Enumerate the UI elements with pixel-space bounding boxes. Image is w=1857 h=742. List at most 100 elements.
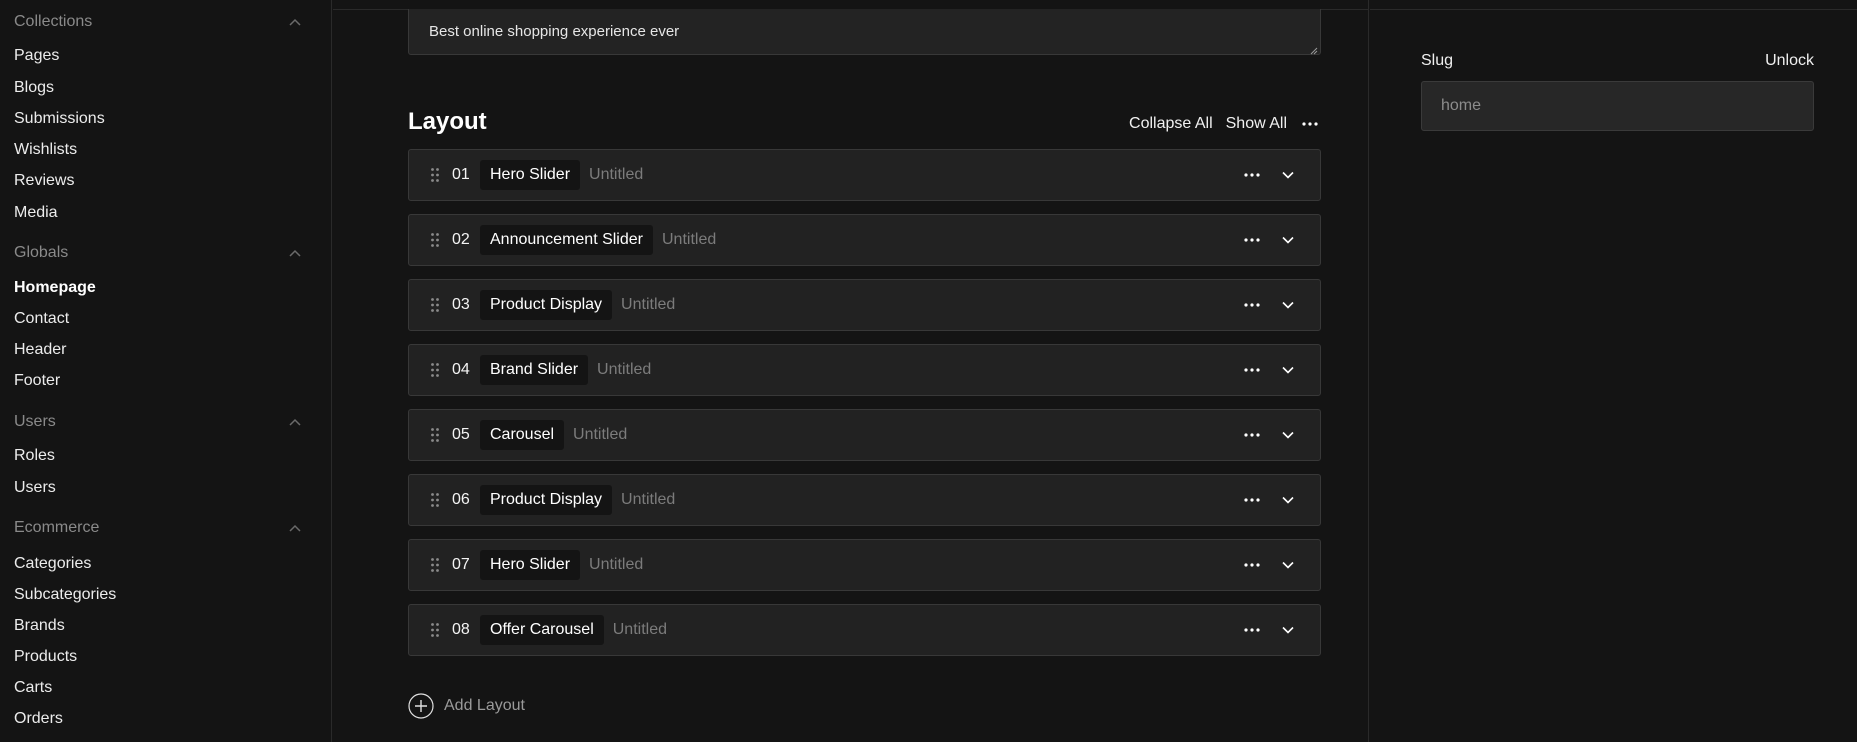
slug-value: home	[1441, 97, 1482, 114]
sidebar-item-users[interactable]: Users	[14, 476, 56, 500]
block-type-badge: Product Display	[480, 485, 613, 515]
sidebar-item-pages[interactable]: Pages	[14, 44, 59, 68]
more-options-icon[interactable]	[1240, 423, 1264, 447]
row-title: Untitled	[621, 296, 676, 313]
more-options-icon[interactable]	[1240, 618, 1264, 642]
layout-heading: Layout	[408, 108, 487, 135]
chevron-down-icon[interactable]	[1276, 618, 1300, 642]
layout-row[interactable]: 02 Announcement Slider Untitled	[408, 214, 1321, 266]
sidebar-item-homepage[interactable]: Homepage	[14, 276, 96, 300]
row-title: Untitled	[573, 426, 628, 443]
drag-handle-icon[interactable]	[428, 361, 442, 379]
add-layout-button[interactable]: Add Layout	[408, 693, 525, 719]
sidebar-item-orders[interactable]: Orders	[14, 707, 63, 731]
slug-input[interactable]: home	[1421, 81, 1814, 131]
sidebar-item-label: Contact	[14, 310, 70, 327]
description-textarea[interactable]: Best online shopping experience ever	[408, 9, 1321, 55]
sidebar-item-media[interactable]: Media	[14, 201, 58, 225]
sidebar-item-label: Pages	[14, 47, 60, 64]
document-sidebar: Slug Unlock home	[1370, 0, 1857, 742]
drag-handle-icon[interactable]	[428, 231, 442, 249]
more-options-icon[interactable]	[1240, 228, 1264, 252]
block-type-badge: Brand Slider	[480, 355, 589, 385]
sidebar-item-label: Users	[14, 479, 56, 496]
sidebar-item-categories[interactable]: Categories	[14, 552, 91, 576]
drag-handle-icon[interactable]	[428, 491, 442, 509]
sidebar-item-label: Header	[14, 341, 67, 358]
sidebar-item-label: Reviews	[14, 172, 75, 189]
more-options-icon[interactable]	[1240, 163, 1264, 187]
row-number: 02	[452, 231, 470, 248]
sidebar-item-header[interactable]: Header	[14, 338, 66, 362]
sidebar-item-label: Submissions	[14, 110, 105, 127]
add-layout-label: Add Layout	[444, 697, 525, 714]
sidebar-item-reviews[interactable]: Reviews	[14, 169, 74, 193]
chevron-down-icon[interactable]	[1276, 358, 1300, 382]
layout-row[interactable]: 04 Brand Slider Untitled	[408, 344, 1321, 396]
resize-handle-icon[interactable]	[1308, 42, 1318, 55]
row-title: Untitled	[661, 231, 717, 248]
chevron-down-icon[interactable]	[1276, 228, 1300, 252]
chevron-up-icon[interactable]	[286, 519, 304, 537]
layout-row[interactable]: 06 Product Display Untitled	[408, 474, 1321, 526]
layout-row[interactable]: 08 Offer Carousel Untitled	[408, 604, 1321, 656]
sidebar-item-brands[interactable]: Brands	[14, 614, 65, 638]
nav-group-users[interactable]: Users	[14, 410, 304, 434]
sidebar-item-wishlists[interactable]: Wishlists	[14, 138, 77, 162]
divider	[1370, 9, 1857, 10]
block-type-badge: Carousel	[480, 420, 565, 450]
sidebar-item-carts[interactable]: Carts	[14, 676, 52, 700]
more-options-icon[interactable]	[1240, 553, 1264, 577]
chevron-down-icon[interactable]	[1276, 488, 1300, 512]
chevron-up-icon[interactable]	[286, 244, 304, 262]
sidebar-item-subcategories[interactable]: Subcategories	[14, 583, 116, 607]
nav-group-collections[interactable]: Collections	[14, 10, 304, 34]
chevron-down-icon[interactable]	[1276, 553, 1300, 577]
sidebar-item-footer[interactable]: Footer	[14, 369, 60, 393]
more-options-icon[interactable]	[1240, 358, 1264, 382]
sidebar-item-label: Blogs	[14, 79, 55, 96]
nav-group-ecommerce[interactable]: Ecommerce	[14, 516, 304, 540]
more-options-icon[interactable]	[1300, 114, 1320, 134]
show-all-button[interactable]: Show All	[1226, 115, 1287, 133]
sidebar-item-roles[interactable]: Roles	[14, 444, 55, 468]
layout-row[interactable]: 01 Hero Slider Untitled	[408, 149, 1321, 201]
row-title: Untitled	[621, 491, 676, 508]
drag-handle-icon[interactable]	[428, 556, 442, 574]
sidebar-item-label: Homepage	[14, 279, 96, 296]
drag-handle-icon[interactable]	[428, 166, 442, 184]
block-type-badge: Offer Carousel	[480, 615, 604, 645]
layout-row[interactable]: 07 Hero Slider Untitled	[408, 539, 1321, 591]
sidebar-item-blogs[interactable]: Blogs	[14, 76, 54, 100]
chevron-down-icon[interactable]	[1276, 293, 1300, 317]
drag-handle-icon[interactable]	[428, 621, 442, 639]
unlock-button[interactable]: Unlock	[1765, 52, 1814, 70]
chevron-up-icon[interactable]	[286, 413, 304, 431]
nav-group-globals[interactable]: Globals	[14, 241, 304, 265]
sidebar-item-label: Media	[14, 204, 58, 221]
chevron-down-icon[interactable]	[1276, 423, 1300, 447]
layout-row[interactable]: 05 Carousel Untitled	[408, 409, 1321, 461]
drag-handle-icon[interactable]	[428, 296, 442, 314]
chevron-up-icon[interactable]	[286, 13, 304, 31]
sidebar-item-label: Carts	[14, 679, 53, 696]
more-options-icon[interactable]	[1240, 293, 1264, 317]
sidebar: Collections Pages Blogs Submissions Wish…	[0, 0, 332, 742]
row-number: 03	[452, 296, 470, 313]
sidebar-item-products[interactable]: Products	[14, 645, 77, 669]
layout-row[interactable]: 03 Product Display Untitled	[408, 279, 1321, 331]
nav-group-label: Collections	[14, 13, 93, 30]
collapse-all-button[interactable]: Collapse All	[1129, 115, 1213, 133]
chevron-down-icon[interactable]	[1276, 163, 1300, 187]
sidebar-item-contact[interactable]: Contact	[14, 307, 69, 331]
more-options-icon[interactable]	[1240, 488, 1264, 512]
sidebar-item-label: Brands	[14, 617, 65, 634]
slug-label: Slug	[1421, 52, 1454, 69]
sidebar-item-label: Products	[14, 648, 78, 665]
plus-circle-icon	[408, 693, 434, 719]
row-number: 01	[452, 166, 470, 183]
row-title: Untitled	[589, 166, 644, 183]
drag-handle-icon[interactable]	[428, 426, 442, 444]
sidebar-item-submissions[interactable]: Submissions	[14, 107, 105, 131]
nav-group-label: Globals	[14, 244, 69, 261]
